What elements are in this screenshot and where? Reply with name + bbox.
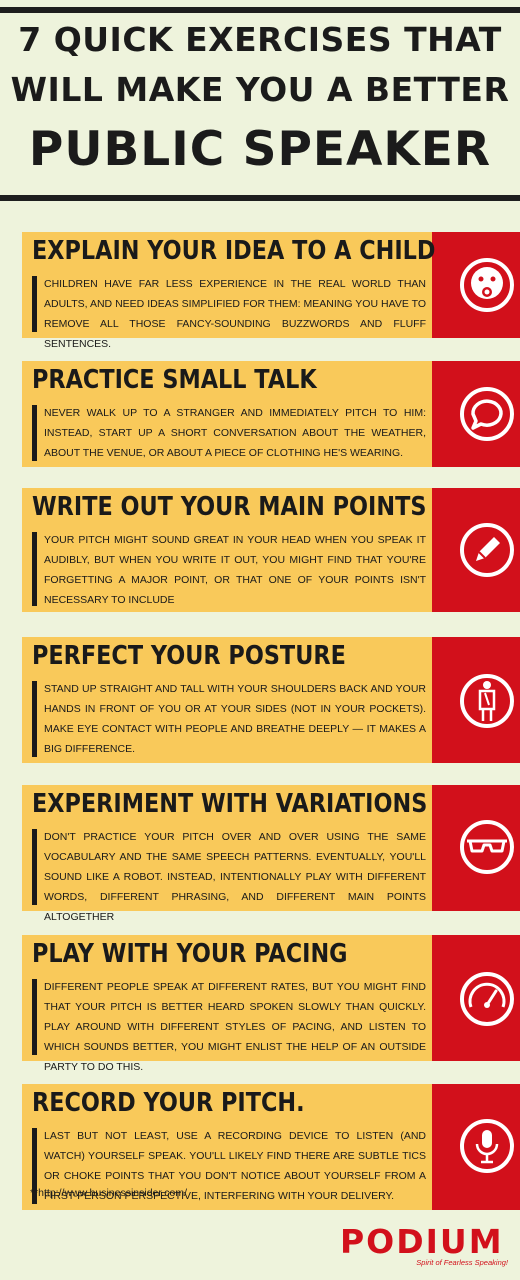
card-body: Don't practice your pitch over and over … (44, 831, 426, 923)
baby-face-icon (459, 257, 515, 313)
speedometer-icon (459, 971, 515, 1027)
card-heading: PERFECT YOUR POSTURE (32, 641, 346, 671)
title-line-1: 7 QUICK EXERCISES THAT (18, 20, 502, 59)
card-heading: EXPLAIN YOUR IDEA TO A CHILD (32, 236, 436, 266)
exercise-card-5: EXPERIMENT WITH VARIATIONS Don't practic… (22, 785, 520, 923)
source-footnote: **http://www.businessinsider.com/ (30, 1187, 187, 1199)
card-heading: EXPERIMENT WITH VARIATIONS (32, 789, 428, 819)
title-line-3: PUBLIC SPEAKER (28, 122, 492, 177)
card-accent-bar (32, 979, 37, 1055)
card-body: Stand up straight and tall with your sho… (44, 683, 426, 755)
top-rule (0, 7, 520, 13)
bottom-rule (0, 195, 520, 201)
exercise-card-3: WRITE OUT YOUR MAIN POINTS Your pitch mi… (22, 488, 520, 612)
standing-person-icon (459, 673, 515, 729)
title-line-2: WILL MAKE YOU A BETTER (10, 70, 510, 109)
exercise-card-1: EXPLAIN YOUR IDEA TO A CHILD Children ha… (22, 232, 520, 350)
exercise-card-4: PERFECT YOUR POSTURE Stand up straight a… (22, 637, 520, 763)
microphone-icon (459, 1118, 515, 1174)
card-accent-bar (32, 405, 37, 461)
card-accent-bar (32, 681, 37, 757)
card-heading: WRITE OUT YOUR MAIN POINTS (32, 492, 427, 522)
card-body: Your pitch might sound great in your hea… (44, 534, 426, 606)
card-body: Children have far less experience in the… (44, 278, 426, 350)
card-heading: PLAY WITH YOUR PACING (32, 939, 348, 969)
podium-logo: PODIUM Spirit of Fearless Speaking! (340, 1222, 512, 1270)
card-heading: RECORD YOUR PITCH. (32, 1088, 305, 1118)
logo-tagline: Spirit of Fearless Speaking! (416, 1258, 508, 1267)
speech-bubble-icon (459, 386, 515, 442)
card-accent-bar (32, 276, 37, 332)
card-heading: PRACTICE SMALL TALK (32, 365, 317, 395)
card-body: Different people speak at different rate… (44, 981, 426, 1073)
glasses-icon (459, 819, 515, 875)
logo-wordmark: PODIUM (340, 1222, 504, 1261)
pencil-icon (459, 522, 515, 578)
exercise-card-2: PRACTICE SMALL TALK Never walk up to a s… (22, 361, 520, 467)
card-accent-bar (32, 532, 37, 606)
exercise-card-6: PLAY WITH YOUR PACING Different people s… (22, 935, 520, 1073)
card-accent-bar (32, 829, 37, 905)
card-body: Never walk up to a stranger and immediat… (44, 407, 426, 459)
